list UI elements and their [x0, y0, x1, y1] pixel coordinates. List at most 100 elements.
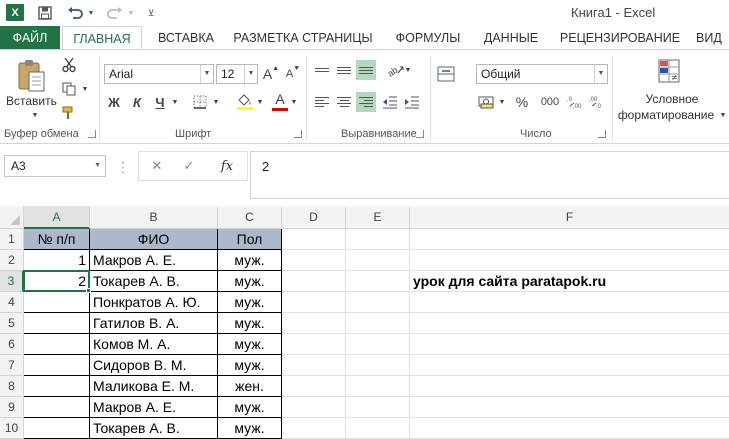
grid-cell[interactable]: муж.: [218, 418, 282, 439]
tab-page-layout[interactable]: РАЗМЕТКА СТРАНИЦЫ: [230, 26, 376, 50]
grid-cell[interactable]: [282, 334, 346, 355]
font-launcher-icon[interactable]: [294, 130, 302, 138]
cut-icon[interactable]: [60, 56, 78, 74]
grid-cell[interactable]: Макров А. Е.: [90, 250, 218, 271]
thousands-separator-button[interactable]: 000: [538, 92, 562, 112]
font-color-button[interactable]: A: [270, 90, 290, 112]
borders-dropdown-icon[interactable]: ▼: [212, 96, 220, 108]
orientation-dropdown-icon[interactable]: ▼: [404, 64, 412, 76]
alignment-launcher-icon[interactable]: [416, 130, 424, 138]
row-header[interactable]: 10: [0, 418, 24, 439]
grid-cell[interactable]: муж.: [218, 271, 282, 292]
customize-qat-icon[interactable]: ⊻: [144, 3, 158, 23]
grid-cell[interactable]: [24, 376, 90, 397]
grid-cell[interactable]: [346, 313, 410, 334]
conditional-formatting-icon[interactable]: ≠: [654, 56, 686, 88]
grid-cell[interactable]: [282, 376, 346, 397]
grid-cell[interactable]: [346, 355, 410, 376]
font-color-dropdown-icon[interactable]: ▼: [290, 96, 298, 108]
conditional-formatting-dropdown-icon[interactable]: ▼: [718, 110, 728, 120]
conditional-formatting-label-1[interactable]: Условное: [626, 92, 718, 106]
grid-cell[interactable]: [346, 292, 410, 313]
tab-insert[interactable]: ВСТАВКА: [148, 26, 224, 50]
currency-icon[interactable]: [476, 92, 498, 112]
grid-cell[interactable]: [346, 250, 410, 271]
grid-cell[interactable]: 2: [24, 271, 90, 292]
redo-dropdown-icon[interactable]: ▼: [126, 3, 136, 23]
name-box[interactable]: A3 ▼: [4, 155, 106, 177]
wrap-merge-icon[interactable]: [434, 62, 458, 86]
align-bottom-button[interactable]: [356, 60, 376, 80]
grid-cell[interactable]: [410, 397, 729, 418]
grid-cell[interactable]: муж.: [218, 355, 282, 376]
column-header-d[interactable]: D: [282, 206, 346, 229]
row-header[interactable]: 2: [0, 250, 24, 271]
align-top-button[interactable]: [312, 60, 332, 80]
column-header-e[interactable]: E: [346, 206, 410, 229]
fill-color-icon[interactable]: [234, 90, 256, 112]
grid-cell[interactable]: [24, 355, 90, 376]
formula-input[interactable]: 2: [250, 151, 729, 199]
grow-font-button[interactable]: A ▲: [262, 64, 280, 84]
grid-cell[interactable]: [346, 271, 410, 292]
increase-decimal-icon[interactable]: ,0,00: [566, 92, 586, 112]
grid-cell[interactable]: [410, 355, 729, 376]
column-header-f[interactable]: F: [410, 206, 729, 229]
redo-icon[interactable]: [104, 3, 126, 23]
grid-cell[interactable]: [346, 376, 410, 397]
number-launcher-icon[interactable]: [598, 130, 606, 138]
column-header-a[interactable]: A: [24, 206, 90, 229]
percent-button[interactable]: %: [512, 92, 532, 112]
align-left-button[interactable]: [312, 92, 332, 112]
grid-cell[interactable]: № п/п: [24, 229, 90, 250]
tab-home[interactable]: ГЛАВНАЯ: [62, 26, 142, 50]
row-header[interactable]: 7: [0, 355, 24, 376]
grid-cell[interactable]: [410, 418, 729, 439]
grid-cell[interactable]: 1: [24, 250, 90, 271]
grid-cell[interactable]: Комов М. А.: [90, 334, 218, 355]
undo-dropdown-icon[interactable]: ▼: [86, 3, 96, 23]
row-header[interactable]: 1: [0, 229, 24, 250]
grid-cell[interactable]: муж.: [218, 334, 282, 355]
grid-cell[interactable]: [410, 376, 729, 397]
column-header-c[interactable]: C: [218, 206, 282, 229]
grid-cell[interactable]: [24, 292, 90, 313]
grid-cell[interactable]: жен.: [218, 376, 282, 397]
format-painter-icon[interactable]: [60, 104, 78, 122]
font-size-select[interactable]: 12 ▼: [216, 64, 258, 84]
paste-icon[interactable]: [14, 58, 48, 94]
grid-cell[interactable]: муж.: [218, 397, 282, 418]
tab-review[interactable]: РЕЦЕНЗИРОВАНИЕ: [556, 26, 684, 50]
grid-cell[interactable]: [346, 397, 410, 418]
grid-cell[interactable]: Гатилов В. А.: [90, 313, 218, 334]
row-header[interactable]: 3: [0, 271, 24, 292]
underline-dropdown-icon[interactable]: ▼: [171, 96, 179, 108]
grid-cell[interactable]: [282, 292, 346, 313]
grid-cell[interactable]: [410, 292, 729, 313]
grid-cell[interactable]: муж.: [218, 313, 282, 334]
grid-cell[interactable]: [24, 313, 90, 334]
select-all-button[interactable]: [0, 206, 24, 229]
row-header[interactable]: 6: [0, 334, 24, 355]
grid-cell[interactable]: ФИО: [90, 229, 218, 250]
grid-cell[interactable]: [346, 334, 410, 355]
shrink-font-button[interactable]: A ▼: [284, 64, 302, 84]
tab-formulas[interactable]: ФОРМУЛЫ: [388, 26, 468, 50]
grid-cell[interactable]: [410, 334, 729, 355]
increase-indent-icon[interactable]: [402, 92, 422, 112]
currency-dropdown-icon[interactable]: ▼: [498, 96, 506, 108]
decrease-indent-icon[interactable]: [380, 92, 400, 112]
copy-dropdown-icon[interactable]: ▼: [80, 84, 90, 94]
tab-view[interactable]: ВИД: [696, 26, 729, 50]
grid-cell[interactable]: [346, 418, 410, 439]
tab-data[interactable]: ДАННЫЕ: [478, 26, 544, 50]
bold-button[interactable]: Ж: [104, 92, 124, 112]
paste-button[interactable]: Вставить: [6, 94, 57, 108]
column-header-b[interactable]: B: [90, 206, 218, 229]
row-header[interactable]: 4: [0, 292, 24, 313]
row-header[interactable]: 5: [0, 313, 24, 334]
fill-color-dropdown-icon[interactable]: ▼: [256, 96, 264, 108]
clipboard-launcher-icon[interactable]: [88, 130, 96, 138]
grid-cell[interactable]: [282, 313, 346, 334]
grid-cell[interactable]: Пол: [218, 229, 282, 250]
